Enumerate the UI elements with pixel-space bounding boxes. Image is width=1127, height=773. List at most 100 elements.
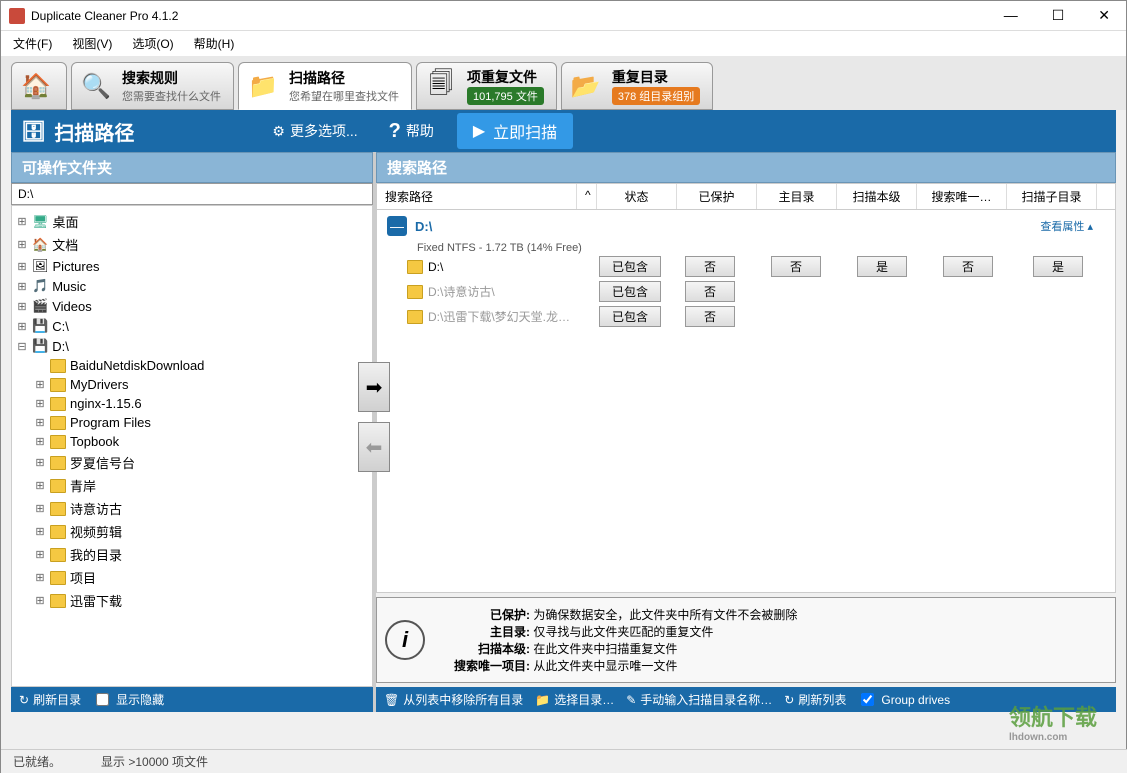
protected-button[interactable]: 否 — [685, 281, 735, 302]
tree-c-drive[interactable]: ⊞💾C:\ — [16, 316, 368, 336]
folder-icon — [50, 397, 66, 411]
info-box: i 已保护: 为确保数据安全，此文件夹中所有文件不会被删除 主目录: 仅寻找与此… — [376, 597, 1116, 683]
protected-button[interactable]: 否 — [685, 256, 735, 277]
unique-button[interactable]: 否 — [943, 256, 993, 277]
col-status[interactable]: 状态 — [597, 184, 677, 209]
add-path-button[interactable]: ➡ — [358, 362, 390, 412]
master-button[interactable]: 否 — [771, 256, 821, 277]
window-title: Duplicate Cleaner Pro 4.1.2 — [31, 9, 996, 23]
tree-folder-item[interactable]: BaiduNetdiskDownload — [34, 356, 368, 375]
menu-help[interactable]: 帮助(H) — [194, 35, 235, 52]
watermark: 领航下载 lhdown.com — [1009, 700, 1097, 743]
info-icon: i — [385, 620, 425, 660]
tree-folder-item[interactable]: ⊞青岸 — [34, 474, 368, 497]
col-protected[interactable]: 已保护 — [677, 184, 757, 209]
search-paths-table: 搜索路径 ^ 状态 已保护 主目录 扫描本级 搜索唯一… 扫描子目录 — D:\… — [376, 183, 1116, 593]
left-panel: 可操作文件夹 ⊞🖥桌面 ⊞🏠文档 ⊞🖼Pictures ⊞🎵Music ⊞🎬Vi… — [11, 152, 376, 712]
status-ready: 已就绪。 — [13, 753, 61, 770]
col-scan-sub[interactable]: 扫描子目录 — [1007, 184, 1097, 209]
status-button[interactable]: 已包含 — [599, 281, 661, 302]
tree-folder-item[interactable]: ⊞迅雷下载 — [34, 589, 368, 612]
protected-button[interactable]: 否 — [685, 306, 735, 327]
home-icon: 🏠 — [18, 68, 54, 104]
col-scan-level[interactable]: 扫描本级 — [837, 184, 917, 209]
tree-folder-item[interactable]: ⊞视频剪辑 — [34, 520, 368, 543]
tab-dupdirs-title: 重复目录 — [612, 67, 700, 87]
play-icon: ▶ — [473, 121, 485, 141]
minimize-button[interactable]: — — [996, 7, 1026, 24]
drive-group-row[interactable]: — D:\ 查看属性 ▴ — [377, 210, 1115, 242]
path-row[interactable]: D:\迅雷下载\梦幻天堂.龙…已包含否 — [377, 304, 1115, 329]
scan-sub-button[interactable]: 是 — [1033, 256, 1083, 277]
more-options-button[interactable]: ⚙ 更多选项... — [264, 117, 365, 145]
col-search-unique[interactable]: 搜索唯一… — [917, 184, 1007, 209]
tab-duplicate-dirs[interactable]: 📂 重复目录 378 组目录组别 — [561, 62, 713, 110]
folder-icon — [50, 548, 66, 562]
tab-scan-paths[interactable]: 📁 扫描路径 您希望在哪里查找文件 — [238, 62, 412, 110]
maximize-button[interactable]: ☐ — [1044, 7, 1073, 24]
tab-paths-title: 扫描路径 — [289, 68, 399, 88]
right-panel: ➡ ⬅ 搜索路径 搜索路径 ^ 状态 已保护 主目录 扫描本级 搜索唯一… 扫描… — [376, 152, 1116, 712]
col-master[interactable]: 主目录 — [757, 184, 837, 209]
help-button[interactable]: ? 帮助 — [381, 116, 442, 147]
tab-duplicate-files[interactable]: 🗐 项重复文件 101,795 文件 — [416, 62, 557, 110]
status-display: 显示 >10000 项文件 — [101, 753, 208, 770]
tree-videos[interactable]: ⊞🎬Videos — [16, 296, 368, 316]
refresh-list-button[interactable]: ↻刷新列表 — [784, 691, 846, 708]
tree-folder-item[interactable]: ⊞MyDrivers — [34, 375, 368, 394]
folder-tree[interactable]: ⊞🖥桌面 ⊞🏠文档 ⊞🖼Pictures ⊞🎵Music ⊞🎬Videos ⊞💾… — [11, 205, 373, 687]
dupdirs-count-badge: 378 组目录组别 — [612, 87, 700, 105]
main-tabs: 🏠 🔍 搜索规则 您需要查找什么文件 📁 扫描路径 您希望在哪里查找文件 🗐 项… — [1, 56, 1126, 110]
refresh-tree-button[interactable]: ↻ 刷新目录 — [19, 691, 81, 708]
select-dir-button[interactable]: 📁选择目录… — [535, 691, 614, 708]
tab-dupes-title: 项重复文件 — [467, 67, 544, 87]
folder-icon — [50, 435, 66, 449]
tree-folder-item[interactable]: ⊞Topbook — [34, 432, 368, 451]
show-hidden-checkbox[interactable]: 显示隐藏 — [93, 691, 164, 708]
page-title: 扫描路径 — [54, 117, 134, 146]
folder-icon — [407, 260, 423, 274]
view-properties-link[interactable]: 查看属性 ▴ — [1040, 218, 1093, 234]
refresh-icon: ↻ — [784, 693, 794, 707]
path-row[interactable]: D:\诗意访古\已包含否 — [377, 279, 1115, 304]
path-input[interactable] — [11, 183, 373, 205]
tree-folder-item[interactable]: ⊞罗夏信号台 — [34, 451, 368, 474]
tree-d-drive[interactable]: ⊟💾D:\ — [16, 336, 368, 356]
tree-pictures[interactable]: ⊞🖼Pictures — [16, 256, 368, 276]
folder-icon — [50, 525, 66, 539]
status-button[interactable]: 已包含 — [599, 256, 661, 277]
remove-all-button[interactable]: 🗑从列表中移除所有目录 — [384, 691, 523, 708]
menu-options[interactable]: 选项(O) — [132, 35, 173, 52]
manual-input-button[interactable]: ✎手动输入扫描目录名称… — [626, 691, 772, 708]
close-button[interactable]: ✕ — [1090, 7, 1118, 24]
folder-icon: 📁 — [535, 693, 550, 707]
sort-indicator[interactable]: ^ — [577, 184, 597, 209]
scan-level-button[interactable]: 是 — [857, 256, 907, 277]
tree-music[interactable]: ⊞🎵Music — [16, 276, 368, 296]
folder-search-icon: 📁 — [245, 68, 281, 104]
menu-file[interactable]: 文件(F) — [13, 35, 52, 52]
files-icon: 🗐 — [423, 68, 459, 104]
tree-docs[interactable]: ⊞🏠文档 — [16, 233, 368, 256]
tree-folder-item[interactable]: ⊞我的目录 — [34, 543, 368, 566]
folder-icon — [50, 571, 66, 585]
status-button[interactable]: 已包含 — [599, 306, 661, 327]
group-drives-checkbox[interactable]: Group drives — [858, 693, 950, 707]
scan-now-button[interactable]: ▶ 立即扫描 — [457, 113, 573, 149]
col-path[interactable]: 搜索路径 — [377, 184, 577, 209]
tree-folder-item[interactable]: ⊞Program Files — [34, 413, 368, 432]
menu-view[interactable]: 视图(V) — [72, 35, 112, 52]
tab-home[interactable]: 🏠 — [11, 62, 67, 110]
tree-folder-item[interactable]: ⊞nginx-1.15.6 — [34, 394, 368, 413]
folder-icon — [50, 378, 66, 392]
tree-folder-item[interactable]: ⊞项目 — [34, 566, 368, 589]
folder-icon — [50, 456, 66, 470]
path-row[interactable]: D:\已包含否否是否是 — [377, 254, 1115, 279]
tree-folder-item[interactable]: ⊞诗意访古 — [34, 497, 368, 520]
drive-icon: 🗄 — [21, 119, 46, 144]
tree-desktop[interactable]: ⊞🖥桌面 — [16, 210, 368, 233]
tab-search-rules[interactable]: 🔍 搜索规则 您需要查找什么文件 — [71, 62, 234, 110]
tab-rules-title: 搜索规则 — [122, 68, 221, 88]
table-header: 搜索路径 ^ 状态 已保护 主目录 扫描本级 搜索唯一… 扫描子目录 — [377, 184, 1115, 210]
remove-path-button[interactable]: ⬅ — [358, 422, 390, 472]
